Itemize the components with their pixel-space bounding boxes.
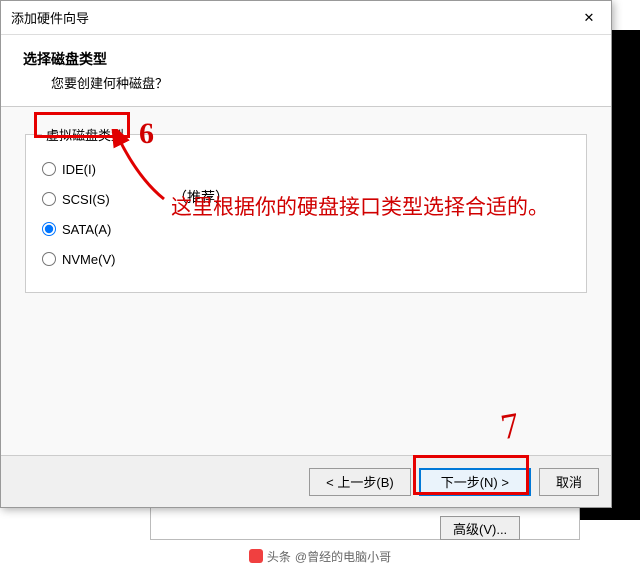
option-nvme[interactable]: NVMe(V): [42, 244, 570, 274]
byline-prefix: 头条: [267, 548, 291, 565]
radio-sata[interactable]: [42, 222, 56, 236]
back-button[interactable]: < 上一步(B): [309, 468, 411, 496]
byline-logo-icon: [249, 549, 263, 563]
titlebar: 添加硬件向导 ✕: [1, 1, 611, 35]
close-icon: ✕: [584, 10, 595, 26]
advanced-button[interactable]: 高级(V)...: [440, 516, 520, 540]
radio-sata-label: SATA(A): [62, 222, 111, 237]
window-title: 添加硬件向导: [11, 8, 89, 27]
next-button[interactable]: 下一步(N) >: [419, 468, 531, 496]
wizard-dialog: 添加硬件向导 ✕ 选择磁盘类型 您要创建何种磁盘？ 虚拟磁盘类型 IDE(I) …: [0, 0, 612, 508]
wizard-content: 虚拟磁盘类型 IDE(I) SCSI(S) SATA(A): [1, 107, 611, 455]
header-title: 选择磁盘类型: [23, 49, 601, 69]
wizard-header: 选择磁盘类型 您要创建何种磁盘？: [1, 35, 611, 107]
byline-author: @曾经的电脑小哥: [295, 548, 391, 565]
radio-nvme[interactable]: [42, 252, 56, 266]
wizard-footer: < 上一步(B) 下一步(N) > 取消: [1, 455, 611, 507]
radio-scsi-label: SCSI(S): [62, 192, 110, 207]
radio-ide[interactable]: [42, 162, 56, 176]
header-subtitle: 您要创建何种磁盘？: [23, 73, 601, 92]
close-button[interactable]: ✕: [567, 2, 611, 34]
radio-nvme-label: NVMe(V): [62, 252, 115, 267]
cancel-button[interactable]: 取消: [539, 468, 599, 496]
disk-type-group: 虚拟磁盘类型 IDE(I) SCSI(S) SATA(A): [25, 125, 587, 293]
option-sata[interactable]: SATA(A): [42, 214, 570, 244]
byline: 头条 @曾经的电脑小哥: [0, 546, 640, 566]
option-scsi[interactable]: SCSI(S): [42, 184, 570, 214]
option-ide[interactable]: IDE(I): [42, 154, 570, 184]
group-legend: 虚拟磁盘类型: [42, 125, 128, 144]
recommend-label: （推荐）: [173, 187, 229, 207]
radio-scsi[interactable]: [42, 192, 56, 206]
radio-ide-label: IDE(I): [62, 162, 96, 177]
